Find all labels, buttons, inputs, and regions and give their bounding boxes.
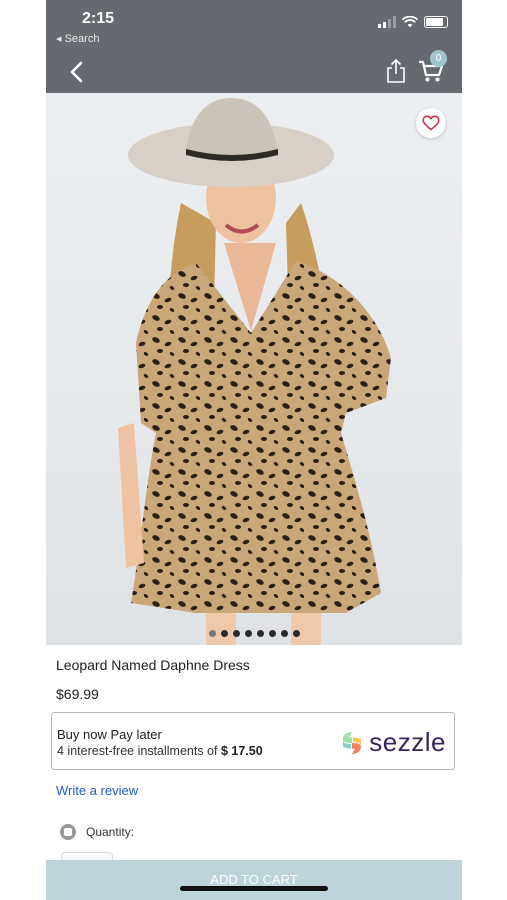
installments-text: 4 interest-free installments of (57, 744, 221, 758)
add-to-cart-button[interactable]: ADD TO CART (46, 860, 462, 900)
carousel-dot[interactable] (244, 630, 252, 637)
carousel-dot[interactable] (232, 630, 240, 637)
carousel-dot[interactable] (208, 630, 216, 637)
installment-amount: $ 17.50 (220, 744, 263, 758)
sezzle-wordmark: sezzle (369, 727, 446, 757)
back-to-search-link[interactable]: ◂ Search (56, 32, 99, 45)
quantity-row: Quantity: (60, 824, 134, 840)
status-time: 2:15 (82, 10, 115, 27)
heart-icon (422, 115, 440, 131)
product-price: $69.99 (56, 686, 99, 702)
write-review-link[interactable]: Write a review (56, 783, 138, 798)
sezzle-logo: sezzle (339, 727, 446, 758)
app-screen: 2:15 ◂ Search 0 Leopard Named Daphne Dre… (46, 0, 462, 900)
status-icons (378, 16, 448, 28)
carousel-dot[interactable] (280, 630, 288, 637)
carousel-dot[interactable] (268, 630, 276, 637)
wifi-icon (402, 16, 418, 28)
sezzle-mark-icon (343, 731, 362, 754)
sezzle-installments: 4 interest-free installments of $ 17.50 (57, 744, 263, 758)
share-icon[interactable] (385, 58, 407, 84)
carousel-dot[interactable] (256, 630, 264, 637)
sezzle-banner[interactable]: Buy now Pay later 4 interest-free instal… (51, 712, 455, 770)
product-title: Leopard Named Daphne Dress (56, 657, 250, 673)
home-indicator (180, 886, 328, 891)
back-chevron-icon[interactable] (64, 58, 92, 86)
quantity-label: Quantity: (86, 825, 135, 839)
battery-icon (424, 16, 448, 28)
wishlist-button[interactable] (416, 108, 446, 138)
carousel-dot[interactable] (220, 630, 228, 637)
sezzle-headline: Buy now Pay later (57, 727, 162, 742)
carousel-dots (46, 630, 462, 637)
carousel-dot[interactable] (292, 630, 300, 637)
product-image-carousel[interactable] (46, 93, 462, 645)
cart-count-badge: 0 (430, 50, 447, 67)
quantity-icon (60, 824, 76, 840)
signal-icon (378, 16, 396, 28)
top-bar: 2:15 ◂ Search 0 (46, 0, 462, 93)
product-photo (118, 98, 391, 645)
